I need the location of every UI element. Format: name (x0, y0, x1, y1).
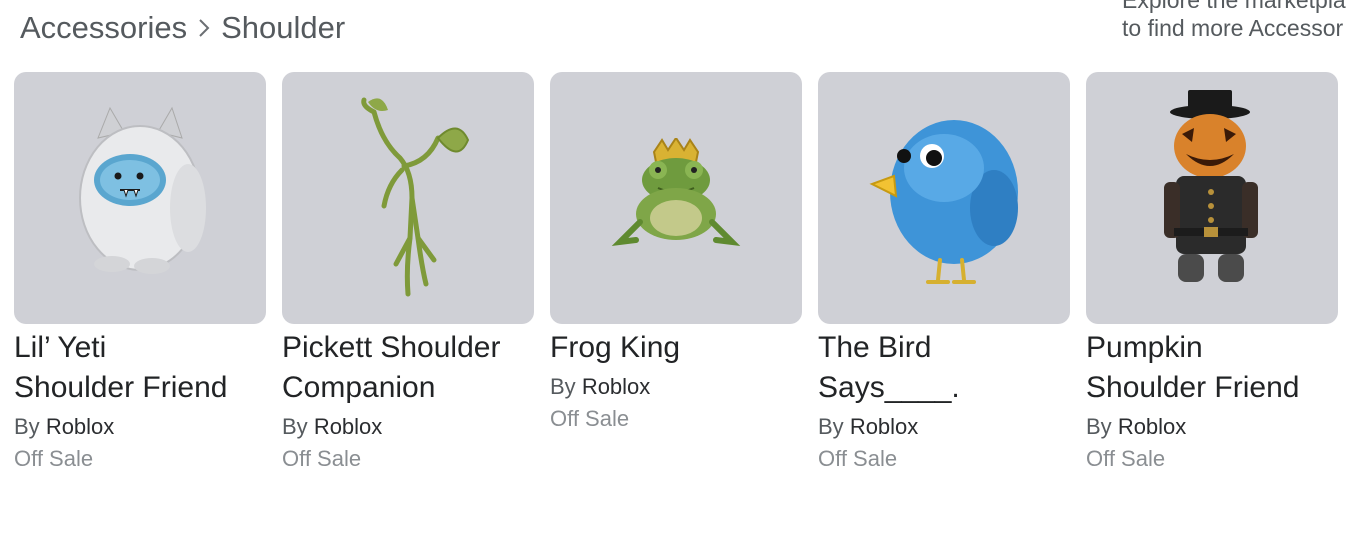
item-creator: By Roblox (14, 412, 266, 442)
item-name[interactable]: Frog King (550, 328, 802, 368)
item-thumbnail[interactable] (14, 72, 266, 324)
item-price: Off Sale (14, 446, 94, 471)
promo-line-2: to find more Accessor (1122, 15, 1344, 41)
creator-link[interactable]: Roblox (46, 414, 114, 439)
item-name[interactable]: Pumpkin Shoulder Friend (1086, 328, 1338, 408)
item-card[interactable]: Frog King By Roblox Off Sale (550, 72, 802, 434)
marketplace-promo: Explore the marketpla to find more Acces… (1122, 0, 1360, 42)
by-label: By (282, 414, 308, 439)
item-creator: By Roblox (1086, 412, 1338, 442)
item-creator: By Roblox (282, 412, 534, 442)
item-thumbnail[interactable] (1086, 72, 1338, 324)
creator-link[interactable]: Roblox (582, 374, 650, 399)
item-price: Off Sale (1086, 446, 1166, 471)
breadcrumb: Accessories Shoulder (20, 8, 345, 48)
bird-icon (869, 120, 1018, 284)
yeti-icon (79, 106, 206, 274)
creator-link[interactable]: Roblox (314, 414, 382, 439)
by-label: By (1086, 414, 1112, 439)
breadcrumb-accessories-link[interactable]: Accessories (20, 10, 187, 46)
item-price: Off Sale (282, 446, 362, 471)
item-card[interactable]: Lil’ Yeti Shoulder Friend By Roblox Off … (14, 72, 266, 474)
item-creator: By Roblox (550, 372, 802, 402)
promo-line-1: Explore the marketpla (1122, 0, 1346, 13)
by-label: By (818, 414, 844, 439)
pickett-icon (361, 97, 470, 297)
by-label: By (14, 414, 40, 439)
item-name[interactable]: Pickett Shoulder Companion (282, 328, 534, 408)
breadcrumb-current: Shoulder (221, 10, 346, 45)
item-card[interactable]: Pumpkin Shoulder Friend By Roblox Off Sa… (1086, 72, 1338, 474)
item-name[interactable]: The Bird Says____. (818, 328, 1070, 408)
item-card[interactable]: The Bird Says____. By Roblox Off Sale (818, 72, 1070, 474)
item-thumbnail[interactable] (818, 72, 1070, 324)
by-label: By (550, 374, 576, 399)
item-name[interactable]: Lil’ Yeti Shoulder Friend (14, 328, 266, 408)
item-card[interactable]: Pickett Shoulder Companion By Roblox Off… (282, 72, 534, 474)
item-price: Off Sale (550, 406, 630, 431)
chevron-right-icon (197, 17, 211, 39)
item-price: Off Sale (818, 446, 898, 471)
creator-link[interactable]: Roblox (1118, 414, 1186, 439)
item-creator: By Roblox (818, 412, 1070, 442)
item-thumbnail[interactable] (282, 72, 534, 324)
creator-link[interactable]: Roblox (850, 414, 918, 439)
pumpkin-icon (1164, 90, 1258, 282)
frog-king-icon (611, 138, 741, 247)
item-thumbnail[interactable] (550, 72, 802, 324)
